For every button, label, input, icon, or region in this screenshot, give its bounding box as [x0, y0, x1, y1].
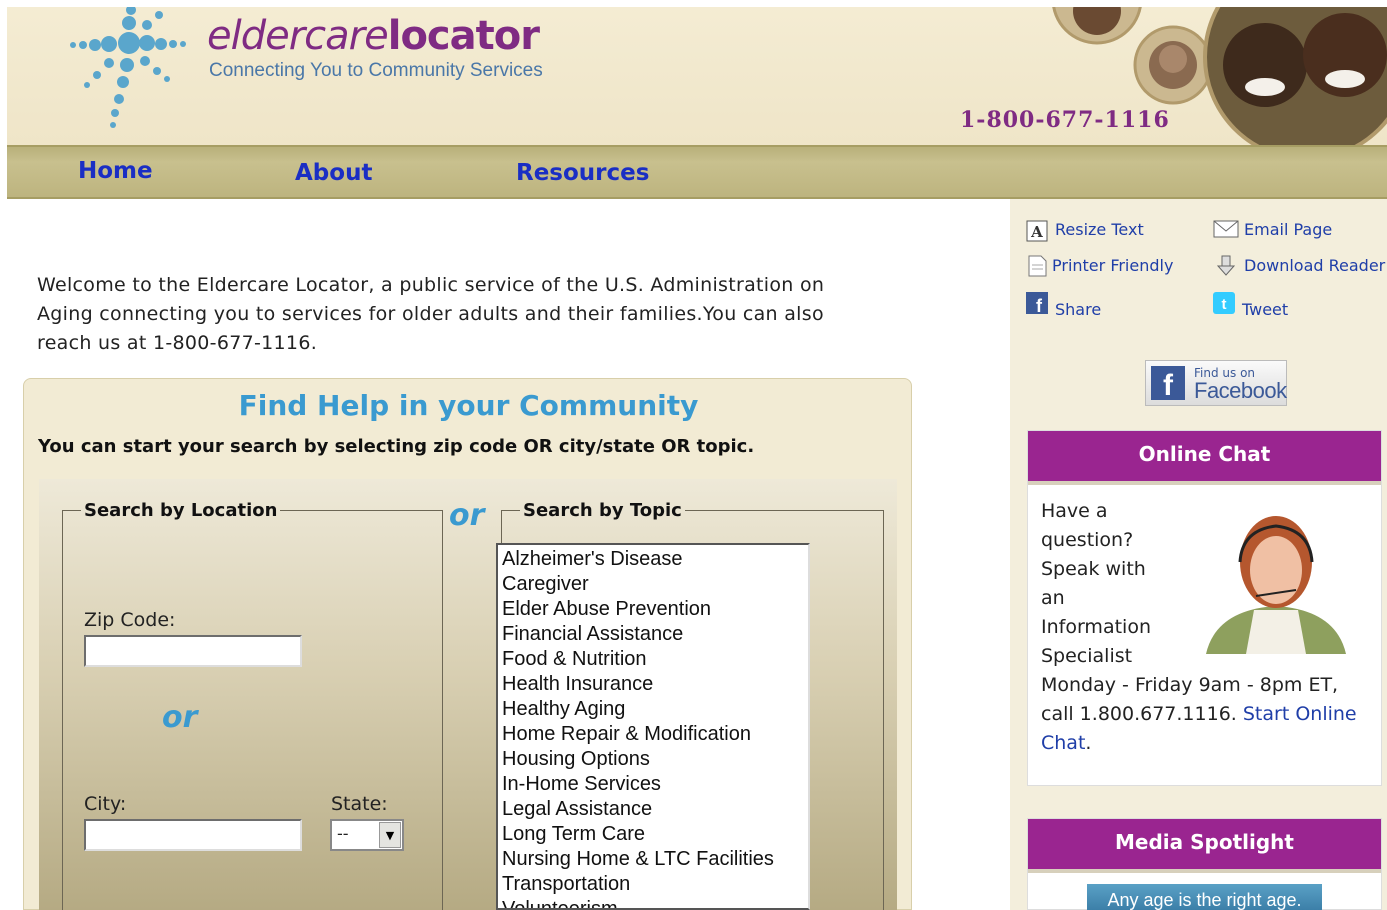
online-chat-title: Online Chat [1028, 431, 1381, 485]
topic-listbox[interactable]: Alzheimer's Disease Caregiver Elder Abus… [496, 543, 810, 910]
chat-text-line: an [1041, 587, 1065, 609]
city-input[interactable] [84, 819, 302, 851]
topic-option[interactable]: In-Home Services [498, 772, 808, 797]
zip-code-input[interactable] [84, 635, 302, 667]
or-label-between: or [449, 498, 485, 533]
chat-text-line: Information [1041, 616, 1151, 638]
zip-code-label: Zip Code: [84, 609, 176, 631]
topic-option[interactable]: Housing Options [498, 747, 808, 772]
or-label-location: or [162, 700, 198, 735]
welcome-text: Welcome to the Eldercare Locator, a publ… [37, 274, 825, 354]
topic-option[interactable]: Health Insurance [498, 672, 808, 697]
site-header: eldercarelocator Connecting You to Commu… [7, 7, 1387, 145]
svg-text:A: A [1030, 223, 1043, 241]
information-specialist-photo [1196, 500, 1356, 654]
topic-option[interactable]: Long Term Care [498, 822, 808, 847]
svg-text:t: t [1222, 296, 1227, 313]
chat-text-line: Have a [1041, 500, 1108, 522]
topic-option[interactable]: Volunteerism [498, 897, 808, 908]
topic-option[interactable]: Healthy Aging [498, 697, 808, 722]
topic-option[interactable]: Legal Assistance [498, 797, 808, 822]
main-navigation: Home About Resources [7, 145, 1387, 199]
eldercare-logo-icon [70, 7, 186, 128]
chat-text-line: Specialist [1041, 645, 1133, 667]
facebook-icon: f [1151, 366, 1185, 402]
search-by-topic-legend: Search by Topic [523, 500, 682, 521]
site-tagline: Connecting You to Community Services [209, 60, 543, 81]
resize-text-link[interactable]: Resize Text [1055, 220, 1144, 239]
search-instructions: You can start your search by selecting z… [38, 436, 755, 457]
state-label: State: [331, 793, 388, 815]
share-link[interactable]: Share [1055, 300, 1101, 319]
download-icon[interactable] [1215, 255, 1237, 277]
facebook-button-line2: Facebook [1194, 378, 1287, 403]
tweet-link[interactable]: Tweet [1242, 300, 1288, 319]
email-icon[interactable] [1213, 218, 1239, 240]
topic-option[interactable]: Financial Assistance [498, 622, 808, 647]
chevron-down-icon[interactable]: ▼ [379, 822, 401, 848]
topic-option[interactable]: Food & Nutrition [498, 647, 808, 672]
media-spotlight-banner[interactable]: Any age is the right age. [1087, 884, 1322, 910]
topic-option[interactable]: Elder Abuse Prevention [498, 597, 808, 622]
topic-option[interactable]: Alzheimer's Disease [498, 547, 808, 572]
state-select-value: -- [337, 824, 349, 843]
chat-text-end: . [1085, 732, 1092, 754]
email-page-link[interactable]: Email Page [1244, 220, 1332, 239]
facebook-share-icon[interactable]: f [1026, 292, 1048, 314]
printer-friendly-link[interactable]: Printer Friendly [1052, 256, 1173, 275]
find-help-title: Find Help in your Community [238, 389, 699, 422]
twitter-icon[interactable]: t [1213, 292, 1235, 314]
site-brand[interactable]: eldercarelocator [207, 13, 540, 59]
resize-text-icon[interactable]: A [1026, 220, 1048, 242]
nav-home[interactable]: Home [78, 158, 153, 184]
svg-text:f: f [1036, 296, 1043, 314]
nav-resources[interactable]: Resources [516, 160, 649, 186]
brand-word-eldercare: eldercare [207, 13, 389, 59]
topic-option[interactable]: Home Repair & Modification [498, 722, 808, 747]
search-by-location-legend: Search by Location [84, 500, 278, 521]
brand-word-locator: locator [387, 13, 540, 59]
chat-text-line: question? [1041, 529, 1134, 551]
printer-friendly-icon[interactable] [1026, 255, 1048, 277]
topic-option[interactable]: Nursing Home & LTC Facilities [498, 847, 808, 872]
city-label: City: [84, 793, 127, 815]
state-select[interactable]: -- ▼ [330, 819, 404, 851]
media-spotlight-title: Media Spotlight [1028, 819, 1381, 873]
topic-option[interactable]: Transportation [498, 872, 808, 897]
topic-option[interactable]: Caregiver [498, 572, 808, 597]
seniors-photo-collage [1052, 7, 1387, 145]
nav-about[interactable]: About [295, 160, 372, 186]
download-reader-link[interactable]: Download Reader [1244, 256, 1385, 275]
chat-text-line: Speak with [1041, 558, 1146, 580]
find-us-on-facebook-button[interactable]: f Find us on Facebook [1145, 360, 1287, 406]
